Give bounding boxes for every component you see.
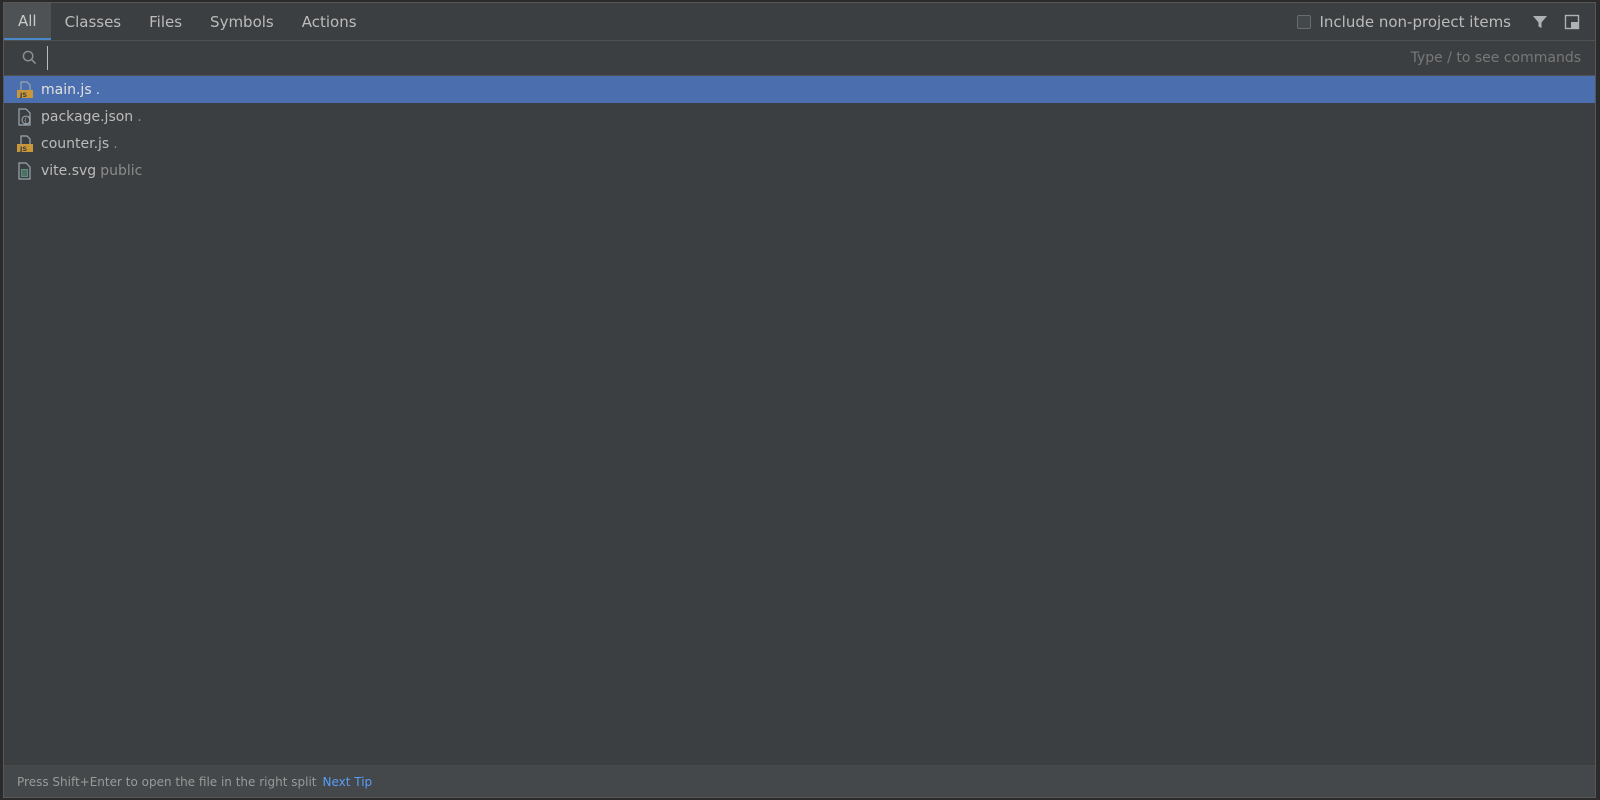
result-name: counter.js [41,135,110,152]
result-location: public [100,162,143,179]
result-location: . [113,135,118,152]
tab-classes[interactable]: Classes [51,3,136,40]
search-row: Type / to see commands [4,40,1595,76]
footer-tip-bar: Press Shift+Enter to open the file in th… [4,765,1595,797]
tab-all[interactable]: All [4,3,51,40]
result-location: . [95,81,101,98]
search-hint: Type / to see commands [1410,49,1581,66]
list-item[interactable]: JS main.js . [4,76,1595,103]
list-item[interactable]: JS counter.js . [4,130,1595,157]
result-name: vite.svg [41,162,97,179]
js-file-icon: JS [17,134,33,153]
include-non-project-toggle[interactable]: Include non-project items [1297,13,1511,31]
include-non-project-checkbox[interactable] [1297,14,1312,29]
result-name: package.json [41,108,134,125]
tab-actions[interactable]: Actions [288,3,371,40]
json-file-icon: {} [18,107,32,126]
header-controls: Include non-project items [1297,3,1595,40]
tab-bar: All Classes Files Symbols Actions [4,3,371,40]
search-icon [21,50,37,66]
js-file-icon: JS [17,80,33,99]
result-name: main.js [41,81,92,98]
tab-symbols[interactable]: Symbols [196,3,288,40]
next-tip-link[interactable]: Next Tip [322,775,372,789]
tab-files[interactable]: Files [135,3,196,40]
list-item[interactable]: vite.svg public [4,157,1595,184]
include-non-project-label: Include non-project items [1319,12,1511,31]
results-list: JS main.js . {} package.json . JS counte… [4,76,1595,184]
search-input[interactable] [47,45,1411,70]
tip-text: Press Shift+Enter to open the file in th… [17,774,317,789]
svg-file-icon [18,161,31,180]
preview-panel-icon[interactable] [1563,13,1581,31]
svg-text:{}: {} [24,117,32,124]
header-bar: All Classes Files Symbols Actions Includ… [4,3,1595,41]
filter-icon[interactable] [1531,13,1549,31]
list-item[interactable]: {} package.json . [4,103,1595,130]
search-everywhere-popup: All Classes Files Symbols Actions Includ… [3,2,1596,798]
result-location: . [137,108,142,125]
svg-text:JS: JS [19,91,27,99]
svg-text:JS: JS [19,145,27,153]
